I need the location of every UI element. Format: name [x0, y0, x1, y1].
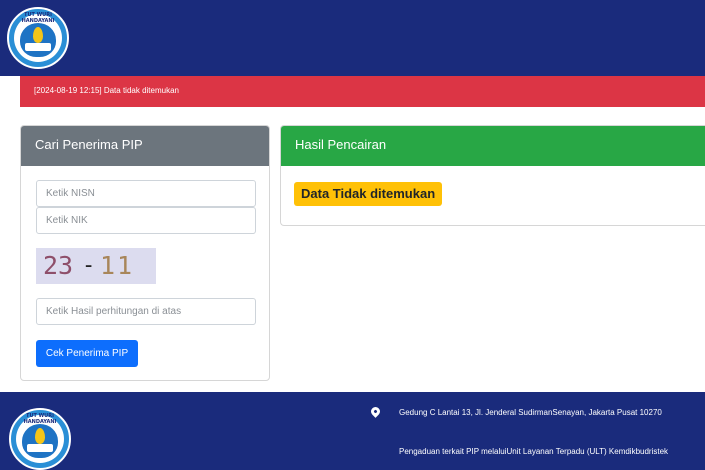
captcha-operator: -	[82, 253, 96, 278]
captcha-answer-input[interactable]: Ketik Hasil perhitungan di atas	[36, 298, 256, 325]
search-card-title: Cari Penerima PIP	[21, 126, 269, 166]
footer: TUT WURI HANDAYANI Gedung C Lantai 13, J…	[0, 392, 705, 470]
nik-input[interactable]: Ketik NIK	[36, 207, 256, 234]
logo-flame	[33, 27, 43, 43]
top-header: TUT WURI HANDAYANI	[0, 0, 705, 76]
captcha-right-number: 11	[100, 251, 135, 280]
search-card: Cari Penerima PIP Ketik NISN Ketik NIK 2…	[20, 125, 270, 381]
check-recipient-button[interactable]: Cek Penerima PIP	[36, 340, 138, 367]
alert-message: [2024-08-19 12:15] Data tidak ditemukan	[34, 86, 179, 95]
error-alert: [2024-08-19 12:15] Data tidak ditemukan	[20, 76, 705, 107]
logo-lettering: TUT WURI HANDAYANI	[21, 12, 55, 24]
result-card: Hasil Pencairan Data Tidak ditemukan	[280, 125, 705, 226]
footer-complaint: Pengaduan terkait PIP melaluiUnit Layana…	[399, 447, 669, 456]
nisn-input[interactable]: Ketik NISN	[36, 180, 256, 207]
footer-logo-flame	[35, 428, 45, 444]
captcha-left-number: 23	[43, 251, 74, 280]
footer-logo-book	[27, 444, 53, 452]
footer-logo-lettering: TUT WURI HANDAYANI	[23, 413, 57, 425]
result-status-badge: Data Tidak ditemukan	[294, 182, 443, 206]
footer-logo: TUT WURI HANDAYANI	[9, 408, 71, 470]
tut-wuri-handayani-logo[interactable]: TUT WURI HANDAYANI	[7, 7, 69, 69]
footer-address: Gedung C Lantai 13, Jl. Jenderal Sudirma…	[399, 408, 662, 417]
result-card-title: Hasil Pencairan	[281, 126, 705, 166]
logo-book	[25, 43, 51, 51]
captcha-image: 23 - 11	[36, 248, 156, 284]
map-pin-icon	[369, 405, 382, 418]
